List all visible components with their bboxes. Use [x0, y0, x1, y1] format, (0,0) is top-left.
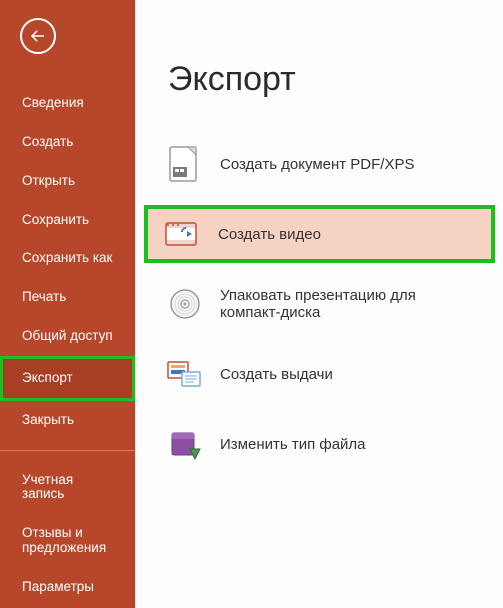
sidebar-item-share[interactable]: Общий доступ	[0, 317, 135, 356]
export-option-label: Создать документ PDF/XPS	[220, 156, 415, 173]
sidebar-item-options[interactable]: Параметры	[0, 568, 135, 607]
sidebar-item-save[interactable]: Сохранить	[0, 201, 135, 240]
sidebar-item-label: Отзывы и предложения	[22, 525, 106, 555]
sidebar-item-export[interactable]: Экспорт	[0, 356, 135, 401]
sidebar-item-label: Открыть	[22, 173, 75, 188]
sidebar: Сведения Создать Открыть Сохранить Сохра…	[0, 0, 135, 608]
sidebar-item-feedback[interactable]: Отзывы и предложения	[0, 514, 135, 568]
sidebar-item-close[interactable]: Закрыть	[0, 401, 135, 440]
sidebar-item-print[interactable]: Печать	[0, 278, 135, 317]
sidebar-item-label: Печать	[22, 289, 66, 304]
change-file-type-icon	[164, 423, 206, 465]
export-option-label: Создать выдачи	[220, 366, 333, 383]
sidebar-item-label: Учетная запись	[22, 472, 73, 502]
sidebar-item-info[interactable]: Сведения	[0, 84, 135, 123]
sidebar-item-open[interactable]: Открыть	[0, 162, 135, 201]
arrow-left-icon	[29, 27, 47, 45]
export-option-label: Упаковать презентацию для компакт-диска	[220, 287, 416, 321]
export-option-pdf-xps[interactable]: Создать документ PDF/XPS	[146, 135, 493, 193]
export-option-create-video[interactable]: Создать видео	[144, 205, 495, 263]
sidebar-item-save-as[interactable]: Сохранить как	[0, 239, 135, 278]
sidebar-item-label: Параметры	[22, 579, 94, 594]
handouts-icon	[164, 353, 206, 395]
sidebar-item-label: Закрыть	[22, 412, 74, 427]
back-button[interactable]	[20, 18, 56, 54]
video-icon	[162, 213, 204, 255]
export-option-label: Изменить тип файла	[220, 436, 366, 453]
sidebar-item-label: Сведения	[22, 95, 84, 110]
export-option-create-handouts[interactable]: Создать выдачи	[146, 345, 493, 403]
sidebar-item-label: Общий доступ	[22, 328, 113, 343]
sidebar-item-label: Сохранить	[22, 212, 89, 227]
sidebar-item-account[interactable]: Учетная запись	[0, 461, 135, 515]
sidebar-item-label: Сохранить как	[22, 250, 112, 265]
export-option-change-file-type[interactable]: Изменить тип файла	[146, 415, 493, 473]
page-pdf-icon	[164, 143, 206, 185]
sidebar-item-label: Создать	[22, 134, 73, 149]
sidebar-item-label: Экспорт	[22, 370, 73, 385]
page-title: Экспорт	[136, 60, 503, 99]
export-option-label: Создать видео	[218, 226, 321, 243]
cd-icon	[164, 283, 206, 325]
divider	[0, 450, 135, 451]
main-panel: Экспорт Создать документ PDF/XPS С	[135, 0, 503, 608]
sidebar-item-new[interactable]: Создать	[0, 123, 135, 162]
export-option-package-cd[interactable]: Упаковать презентацию для компакт-диска	[146, 275, 493, 333]
